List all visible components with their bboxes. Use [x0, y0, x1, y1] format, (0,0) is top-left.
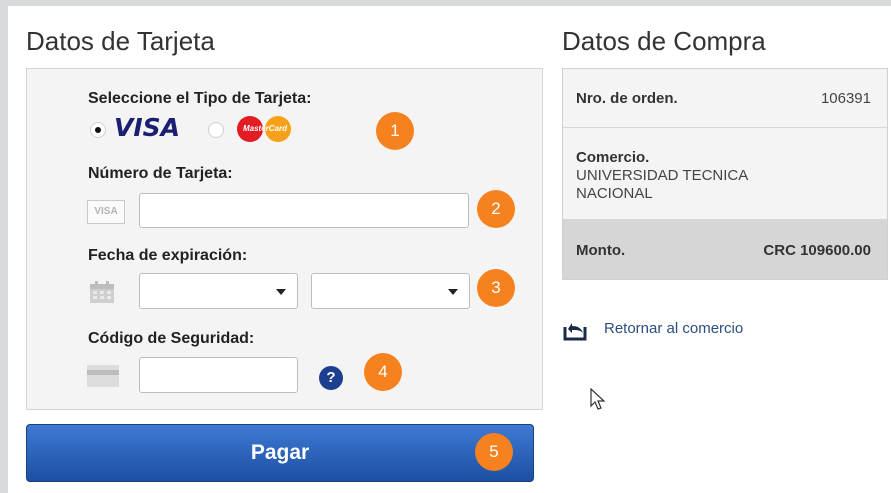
mastercard-logo[interactable]: MasterCard: [235, 116, 295, 142]
expiry-label: Fecha de expiración:: [88, 247, 248, 264]
amount-value: CRC 109600.00: [763, 242, 871, 259]
security-code-input[interactable]: [139, 357, 298, 393]
amount-label: Monto.: [576, 242, 626, 259]
card-number-input[interactable]: [139, 193, 469, 228]
mouse-cursor-icon: [590, 388, 606, 410]
order-row: Nro. de orden. 106391: [563, 69, 887, 128]
purchase-data-title: Datos de Compra: [562, 26, 766, 56]
order-value: 106391: [820, 90, 871, 107]
mastercard-logo-label: MasterCard: [242, 124, 287, 133]
card-type-label: Seleccione el Tipo de Tarjeta:: [88, 90, 312, 107]
chevron-down-icon: [448, 289, 458, 295]
pay-button[interactable]: Pagar: [26, 424, 534, 482]
amount-row: Monto. CRC 109600.00: [563, 219, 887, 279]
calendar-icon: [90, 281, 114, 303]
order-label: Nro. de orden.: [576, 90, 678, 107]
step-badge-4: 4: [364, 353, 402, 391]
card-form-panel: Seleccione el Tipo de Tarjeta: VISA Mast…: [26, 68, 543, 410]
security-code-label: Código de Seguridad:: [88, 330, 255, 347]
merchant-row: Comercio. UNIVERSIDAD TECNICA NACIONAL: [563, 127, 887, 219]
step-badge-5: 5: [475, 433, 513, 471]
step-badge-2: 2: [477, 190, 515, 228]
return-to-merchant-link[interactable]: Retornar al comercio: [604, 320, 743, 337]
merchant-name-line2: NACIONAL: [576, 185, 653, 202]
expiry-month-select[interactable]: [139, 273, 298, 309]
return-arrow-icon[interactable]: [562, 317, 588, 341]
purchase-summary: Nro. de orden. 106391 Comercio. UNIVERSI…: [562, 68, 888, 280]
step-badge-1: 1: [376, 112, 414, 150]
merchant-label: Comercio.: [576, 149, 650, 166]
mastercard-radio[interactable]: [208, 122, 224, 138]
visa-logo[interactable]: VISA: [114, 113, 180, 142]
visa-radio[interactable]: [90, 122, 106, 138]
window-left-border: [0, 0, 8, 493]
security-card-icon: [87, 365, 119, 387]
card-data-title: Datos de Tarjeta: [26, 26, 215, 56]
chevron-down-icon: [276, 289, 286, 295]
expiry-year-select[interactable]: [311, 273, 470, 309]
merchant-name-line1: UNIVERSIDAD TECNICA: [576, 167, 749, 184]
window-top-border: [0, 0, 891, 6]
help-icon[interactable]: ?: [319, 366, 343, 390]
card-number-label: Número de Tarjeta:: [88, 165, 233, 182]
step-badge-3: 3: [477, 269, 515, 307]
card-icon: VISA: [87, 200, 125, 224]
